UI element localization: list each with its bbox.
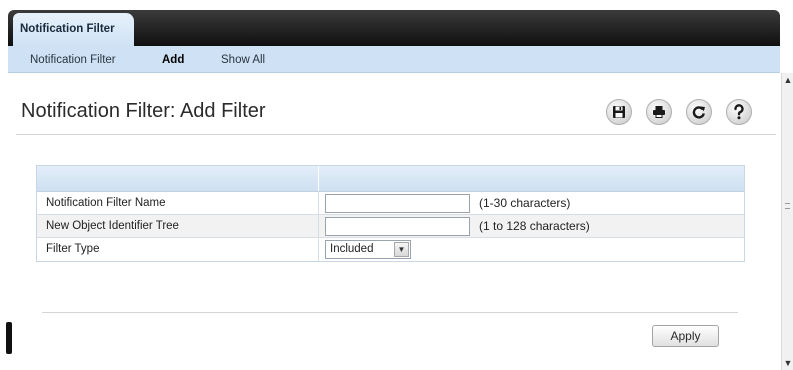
filter-name-hint: (1-30 characters) — [479, 196, 571, 210]
subnav-item-show-all[interactable]: Show All — [221, 54, 265, 66]
filter-type-selected-value: Included — [330, 243, 374, 255]
actions-divider — [42, 312, 738, 313]
form-row-filter-name: Notification Filter Name (1-30 character… — [37, 192, 744, 215]
subnav-item-add[interactable]: Add — [162, 54, 184, 66]
oid-tree-input[interactable] — [325, 217, 470, 236]
oid-tree-label: New Object Identifier Tree — [37, 215, 319, 237]
add-filter-form: Notification Filter Name (1-30 character… — [36, 165, 745, 262]
tab-label: Notification Filter — [20, 23, 115, 35]
help-icon[interactable] — [726, 99, 752, 125]
scroll-up-arrow-icon[interactable]: ▲ — [783, 75, 793, 85]
tab-notification-filter[interactable]: Notification Filter — [13, 13, 134, 46]
filter-name-cell: (1-30 characters) — [319, 192, 744, 214]
filter-name-input[interactable] — [325, 194, 470, 213]
form-row-filter-type: Filter Type Included ▼ — [37, 238, 744, 261]
form-header-left — [37, 166, 319, 191]
left-panel-handle[interactable] — [6, 322, 12, 354]
scroll-grip-icon[interactable] — [785, 203, 790, 209]
save-icon[interactable] — [606, 99, 632, 125]
form-header — [37, 166, 744, 192]
subnav-item-notification-filter[interactable]: Notification Filter — [30, 54, 116, 66]
chevron-down-icon[interactable]: ▼ — [394, 242, 409, 257]
filter-type-cell: Included ▼ — [319, 238, 744, 261]
print-icon[interactable] — [646, 99, 672, 125]
form-row-oid-tree: New Object Identifier Tree (1 to 128 cha… — [37, 215, 744, 238]
page-title: Notification Filter: Add Filter — [21, 100, 266, 122]
filter-type-select[interactable]: Included ▼ — [325, 240, 411, 259]
oid-tree-hint: (1 to 128 characters) — [479, 219, 590, 233]
title-divider — [16, 134, 776, 135]
scroll-down-arrow-icon[interactable]: ▼ — [783, 358, 793, 368]
vertical-scrollbar[interactable]: ▲ ▼ — [781, 73, 793, 370]
oid-tree-cell: (1 to 128 characters) — [319, 215, 744, 237]
filter-type-label: Filter Type — [37, 238, 319, 261]
refresh-icon[interactable] — [686, 99, 712, 125]
apply-button[interactable]: Apply — [652, 325, 719, 347]
filter-name-label: Notification Filter Name — [37, 192, 319, 214]
top-tab-bar: Notification Filter — [0, 0, 793, 46]
sub-navigation: Notification Filter Add Show All — [8, 46, 780, 73]
